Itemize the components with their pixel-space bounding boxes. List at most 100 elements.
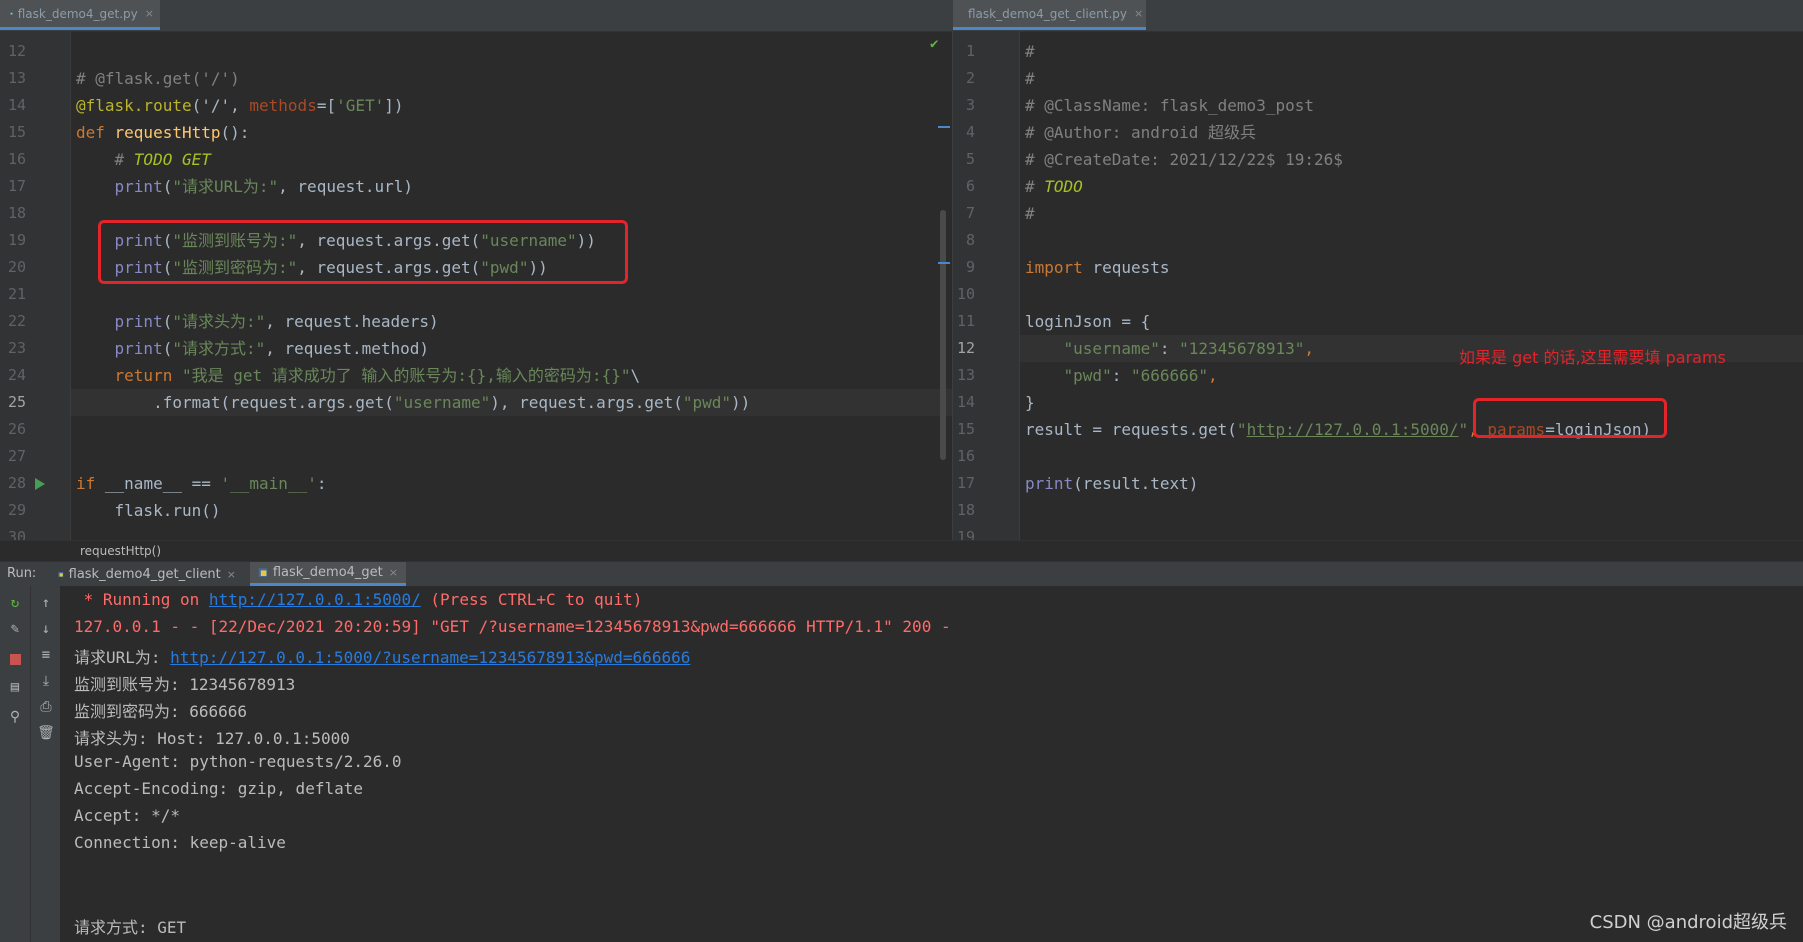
run-tab-label: flask_demo4_get_client [68,566,221,582]
close-icon[interactable]: × [227,568,236,581]
code-line[interactable]: # TODO GET [76,146,211,173]
print-icon[interactable]: ⎙ [37,698,55,716]
code-line[interactable]: flask.run() [76,497,221,524]
code-token: \ [630,366,641,385]
code-token: , [1208,366,1218,385]
console-line: 监测到密码为: 666666 [74,698,247,722]
code-token: TODO [1044,177,1083,196]
code-line[interactable]: # [1025,38,1035,65]
python-file-icon [258,568,268,577]
code-token: print [114,312,163,331]
run-tab-client[interactable]: flask_demo4_get_client × [50,562,244,586]
code-line[interactable]: print("请求URL为:", request.url) [76,173,413,200]
close-icon[interactable]: × [389,566,398,579]
line-number: 12 [7,42,26,60]
line-number: 27 [7,447,26,465]
code-token: # [1025,69,1035,88]
run-tab-label: flask_demo4_get [272,565,383,580]
line-number: 16 [7,150,26,168]
console-line: Accept-Encoding: gzip, deflate [74,779,363,798]
line-number: 9 [965,258,975,276]
code-token: .format(request.args.get( [76,393,394,412]
code-line[interactable]: return "我是 get 请求成功了 输入的账号为:{},输入的密码为:{}… [76,362,641,389]
line-number: 14 [7,96,26,114]
line-number: 23 [7,339,26,357]
code-line[interactable]: loginJson = { [1025,308,1150,335]
code-line[interactable]: # TODO [1025,173,1083,200]
breadcrumb-item[interactable]: requestHttp() [80,544,161,558]
arrow-down-icon[interactable]: ↓ [37,620,55,638]
code-token: : [316,474,327,493]
code-token: "12345678913" [1179,339,1305,358]
run-console-output[interactable]: * Running on http://127.0.0.1:5000/ (Pre… [60,586,1803,942]
code-line[interactable]: print("请求方式:", request.method) [76,335,429,362]
code-token: ]) [384,96,404,115]
line-number: 25 [7,393,26,411]
arrow-up-icon[interactable]: ↑ [37,594,55,612]
code-line[interactable]: # @ClassName: flask_demo3_post [1025,92,1314,119]
trash-icon[interactable]: 🗑 [37,724,55,742]
close-icon[interactable]: × [145,7,154,20]
code-line[interactable]: # @CreateDate: 2021/12/22$ 19:26$ [1025,146,1343,173]
code-token: , request.url) [278,177,414,196]
rerun-icon[interactable]: ↻ [6,594,24,612]
tab-flask-demo4-get[interactable]: flask_demo4_get.py × [0,0,160,30]
run-tab-get[interactable]: flask_demo4_get × [250,562,406,586]
line-number: 2 [965,69,975,87]
code-line[interactable]: } [1025,389,1035,416]
code-line[interactable]: # [1025,200,1035,227]
line-number: 5 [965,150,975,168]
run-tool-window-header: Run: flask_demo4_get_client × flask_demo… [0,561,1803,587]
code-line[interactable]: # @flask.get('/') [76,65,240,92]
line-number: 16 [956,447,975,465]
run-toolbar-left: ↻ ✎ ▤ ⚲ [0,586,30,942]
layout-icon[interactable]: ▤ [6,678,24,696]
code-token: ( [162,339,173,358]
tab-flask-demo4-get-client[interactable]: flask_demo4_get_client.py × [953,0,1146,30]
code-line[interactable]: "username": "12345678913", [1025,335,1314,362]
code-token: (result.text) [1073,474,1199,493]
gutter-separator [1019,31,1020,540]
code-line[interactable]: print("请求头为:", request.headers) [76,308,439,335]
code-line[interactable]: @flask.route('/', methods=['GET']) [76,92,404,119]
code-token: ( [162,312,173,331]
code-token: # @ClassName: flask_demo3_post [1025,96,1314,115]
code-token: __name__ == [104,474,221,493]
code-line[interactable]: # @Author: android 超级兵 [1025,119,1256,146]
console-text: Accept: */* [74,806,180,825]
console-line: * Running on http://127.0.0.1:5000/ (Pre… [74,590,643,609]
console-line: 请求方式: GET [74,914,186,938]
console-link[interactable]: http://127.0.0.1:5000/?username=12345678… [170,648,690,667]
line-number: 19 [7,231,26,249]
code-line[interactable]: if __name__ == '__main__': [76,470,326,497]
code-token: "username" [393,393,491,412]
console-text: 监测到密码为: 666666 [74,702,248,721]
wrench-icon[interactable]: ✎ [6,620,24,638]
scrollbar[interactable] [940,210,946,460]
code-line[interactable]: print(result.text) [1025,470,1198,497]
code-line[interactable]: # [1025,65,1035,92]
stop-icon[interactable] [6,650,24,668]
line-number: 15 [7,123,26,141]
code-token: def [76,123,115,142]
console-link[interactable]: http://127.0.0.1:5000/ [209,590,421,609]
line-number: 30 [7,528,26,540]
code-line[interactable]: "pwd": "666666", [1025,362,1218,389]
soft-wrap-icon[interactable]: ≡ [37,646,55,664]
code-line[interactable]: def requestHttp(): [76,119,249,146]
console-line: User-Agent: python-requests/2.26.0 [74,752,402,771]
run-triangle-icon[interactable] [35,478,45,490]
line-number: 26 [7,420,26,438]
scroll-to-end-icon[interactable]: ⤓ [37,672,55,690]
run-toolbar-right: ↑ ↓ ≡ ⤓ ⎙ 🗑 [30,586,61,942]
code-line[interactable]: .format(request.args.get("username"), re… [76,389,750,416]
console-line: 请求头为: Host: 127.0.0.1:5000 [74,725,350,749]
pin-icon[interactable]: ⚲ [6,708,24,726]
right-editor-pane: flask_demo4_get_client.py × 1 #2 #3 # @Clas… [952,0,1803,540]
code-line[interactable]: import requests [1025,254,1170,281]
close-icon[interactable]: × [1134,7,1143,20]
code-token: print [1025,474,1074,493]
